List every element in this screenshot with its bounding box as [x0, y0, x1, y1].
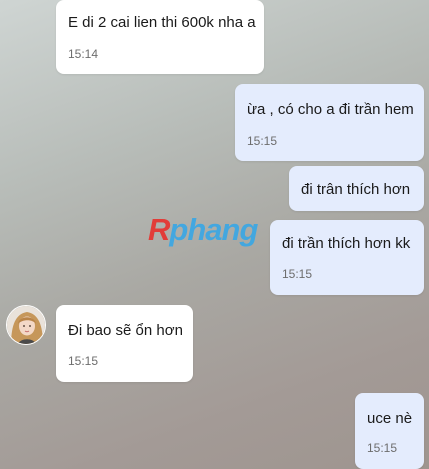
- message-text: E di 2 cai lien thi 600k nha a: [68, 14, 256, 31]
- message-time: 15:15: [367, 441, 398, 455]
- watermark-logo: Rphang: [148, 212, 258, 248]
- message-text: Đi bao sẽ ổn hơn: [68, 322, 183, 339]
- message-bubble-outgoing[interactable]: ừa , có cho a đi trần hem 15:15: [235, 84, 424, 161]
- message-bubble-outgoing[interactable]: uce nè 15:15: [355, 393, 424, 469]
- message-time: 15:15: [282, 267, 313, 281]
- message-bubble-outgoing[interactable]: đi trần thích hơn kk 15:15: [270, 220, 424, 295]
- watermark-logo-text: phang: [169, 212, 258, 247]
- message-text: ừa , có cho a đi trần hem: [247, 101, 414, 118]
- watermark-logo-initial: R: [148, 212, 170, 247]
- message-bubble-incoming[interactable]: E di 2 cai lien thi 600k nha a 15:14: [56, 0, 264, 74]
- contact-avatar[interactable]: [6, 305, 46, 345]
- message-time: 15:15: [247, 134, 278, 148]
- chat-conversation: E di 2 cai lien thi 600k nha a 15:14 ừa …: [0, 0, 429, 469]
- message-text: đi trần thích hơn kk: [282, 235, 411, 252]
- message-text: uce nè: [367, 410, 413, 427]
- message-bubble-incoming[interactable]: Đi bao sẽ ổn hơn 15:15: [56, 305, 193, 382]
- message-bubble-outgoing[interactable]: đi trân thích hơn: [289, 166, 424, 211]
- message-time: 15:14: [68, 47, 99, 61]
- message-text: đi trân thích hơn: [301, 181, 411, 198]
- message-time: 15:15: [68, 354, 99, 368]
- avatar-image: [7, 306, 45, 344]
